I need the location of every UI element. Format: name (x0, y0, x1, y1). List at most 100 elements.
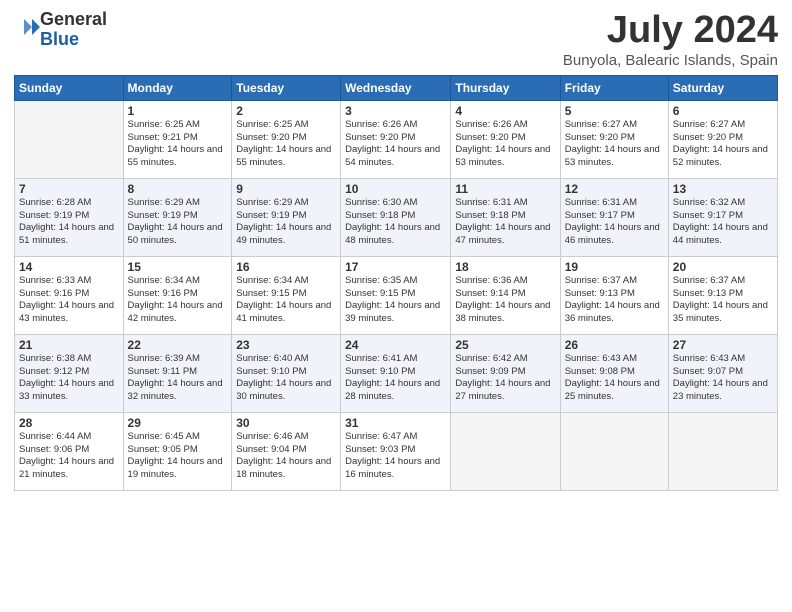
cell-text: Sunrise: 6:37 AMSunset: 9:13 PMDaylight:… (673, 275, 768, 324)
cell-text: Sunrise: 6:45 AMSunset: 9:05 PMDaylight:… (128, 431, 223, 480)
calendar-cell: 17 Sunrise: 6:35 AMSunset: 9:15 PMDaylig… (341, 256, 451, 334)
calendar-cell: 7 Sunrise: 6:28 AMSunset: 9:19 PMDayligh… (15, 178, 124, 256)
calendar-cell: 16 Sunrise: 6:34 AMSunset: 9:15 PMDaylig… (232, 256, 341, 334)
cell-text: Sunrise: 6:33 AMSunset: 9:16 PMDaylight:… (19, 275, 114, 324)
cell-text: Sunrise: 6:39 AMSunset: 9:11 PMDaylight:… (128, 353, 223, 402)
cell-text: Sunrise: 6:42 AMSunset: 9:09 PMDaylight:… (455, 353, 550, 402)
calendar-cell: 25 Sunrise: 6:42 AMSunset: 9:09 PMDaylig… (451, 334, 560, 412)
logo: General Blue (14, 10, 107, 50)
cell-text: Sunrise: 6:32 AMSunset: 9:17 PMDaylight:… (673, 197, 768, 246)
day-number: 1 (128, 104, 228, 118)
calendar-cell: 26 Sunrise: 6:43 AMSunset: 9:08 PMDaylig… (560, 334, 668, 412)
cell-text: Sunrise: 6:43 AMSunset: 9:07 PMDaylight:… (673, 353, 768, 402)
calendar-cell: 24 Sunrise: 6:41 AMSunset: 9:10 PMDaylig… (341, 334, 451, 412)
table-row: 14 Sunrise: 6:33 AMSunset: 9:16 PMDaylig… (15, 256, 778, 334)
cell-text: Sunrise: 6:25 AMSunset: 9:20 PMDaylight:… (236, 119, 331, 168)
day-number: 11 (455, 182, 555, 196)
day-number: 18 (455, 260, 555, 274)
calendar-cell: 19 Sunrise: 6:37 AMSunset: 9:13 PMDaylig… (560, 256, 668, 334)
cell-text: Sunrise: 6:30 AMSunset: 9:18 PMDaylight:… (345, 197, 440, 246)
logo-icon (16, 15, 40, 39)
cell-text: Sunrise: 6:28 AMSunset: 9:19 PMDaylight:… (19, 197, 114, 246)
col-saturday: Saturday (668, 75, 777, 100)
cell-text: Sunrise: 6:38 AMSunset: 9:12 PMDaylight:… (19, 353, 114, 402)
cell-text: Sunrise: 6:43 AMSunset: 9:08 PMDaylight:… (565, 353, 660, 402)
cell-text: Sunrise: 6:44 AMSunset: 9:06 PMDaylight:… (19, 431, 114, 480)
day-number: 16 (236, 260, 336, 274)
calendar-cell: 14 Sunrise: 6:33 AMSunset: 9:16 PMDaylig… (15, 256, 124, 334)
calendar-cell: 23 Sunrise: 6:40 AMSunset: 9:10 PMDaylig… (232, 334, 341, 412)
day-number: 3 (345, 104, 446, 118)
day-number: 30 (236, 416, 336, 430)
day-number: 14 (19, 260, 119, 274)
day-number: 17 (345, 260, 446, 274)
calendar-cell: 1 Sunrise: 6:25 AMSunset: 9:21 PMDayligh… (123, 100, 232, 178)
calendar-cell: 30 Sunrise: 6:46 AMSunset: 9:04 PMDaylig… (232, 412, 341, 490)
cell-text: Sunrise: 6:27 AMSunset: 9:20 PMDaylight:… (673, 119, 768, 168)
day-number: 19 (565, 260, 664, 274)
calendar-cell: 28 Sunrise: 6:44 AMSunset: 9:06 PMDaylig… (15, 412, 124, 490)
cell-text: Sunrise: 6:26 AMSunset: 9:20 PMDaylight:… (455, 119, 550, 168)
calendar-cell: 21 Sunrise: 6:38 AMSunset: 9:12 PMDaylig… (15, 334, 124, 412)
day-number: 25 (455, 338, 555, 352)
cell-text: Sunrise: 6:27 AMSunset: 9:20 PMDaylight:… (565, 119, 660, 168)
table-row: 1 Sunrise: 6:25 AMSunset: 9:21 PMDayligh… (15, 100, 778, 178)
col-sunday: Sunday (15, 75, 124, 100)
day-number: 8 (128, 182, 228, 196)
day-number: 5 (565, 104, 664, 118)
header: General Blue July 2024 Bunyola, Balearic… (14, 10, 778, 69)
cell-text: Sunrise: 6:34 AMSunset: 9:16 PMDaylight:… (128, 275, 223, 324)
calendar-cell: 27 Sunrise: 6:43 AMSunset: 9:07 PMDaylig… (668, 334, 777, 412)
cell-text: Sunrise: 6:25 AMSunset: 9:21 PMDaylight:… (128, 119, 223, 168)
day-number: 4 (455, 104, 555, 118)
calendar-cell (560, 412, 668, 490)
calendar-cell (451, 412, 560, 490)
main-title: July 2024 (563, 10, 778, 52)
page-container: General Blue July 2024 Bunyola, Balearic… (0, 0, 792, 501)
day-number: 2 (236, 104, 336, 118)
cell-text: Sunrise: 6:34 AMSunset: 9:15 PMDaylight:… (236, 275, 331, 324)
calendar-cell: 31 Sunrise: 6:47 AMSunset: 9:03 PMDaylig… (341, 412, 451, 490)
day-number: 23 (236, 338, 336, 352)
cell-text: Sunrise: 6:31 AMSunset: 9:17 PMDaylight:… (565, 197, 660, 246)
subtitle: Bunyola, Balearic Islands, Spain (563, 52, 778, 69)
cell-text: Sunrise: 6:31 AMSunset: 9:18 PMDaylight:… (455, 197, 550, 246)
logo-blue: Blue (40, 30, 107, 50)
col-thursday: Thursday (451, 75, 560, 100)
logo-text: General Blue (40, 10, 107, 50)
day-number: 13 (673, 182, 773, 196)
day-number: 10 (345, 182, 446, 196)
calendar-cell: 18 Sunrise: 6:36 AMSunset: 9:14 PMDaylig… (451, 256, 560, 334)
logo-general: General (40, 10, 107, 30)
calendar-cell: 12 Sunrise: 6:31 AMSunset: 9:17 PMDaylig… (560, 178, 668, 256)
day-number: 21 (19, 338, 119, 352)
cell-text: Sunrise: 6:37 AMSunset: 9:13 PMDaylight:… (565, 275, 660, 324)
cell-text: Sunrise: 6:35 AMSunset: 9:15 PMDaylight:… (345, 275, 440, 324)
day-number: 22 (128, 338, 228, 352)
calendar-cell: 6 Sunrise: 6:27 AMSunset: 9:20 PMDayligh… (668, 100, 777, 178)
calendar-cell (668, 412, 777, 490)
cell-text: Sunrise: 6:36 AMSunset: 9:14 PMDaylight:… (455, 275, 550, 324)
calendar-cell: 5 Sunrise: 6:27 AMSunset: 9:20 PMDayligh… (560, 100, 668, 178)
day-number: 28 (19, 416, 119, 430)
calendar-cell: 9 Sunrise: 6:29 AMSunset: 9:19 PMDayligh… (232, 178, 341, 256)
calendar-cell: 3 Sunrise: 6:26 AMSunset: 9:20 PMDayligh… (341, 100, 451, 178)
calendar-cell: 10 Sunrise: 6:30 AMSunset: 9:18 PMDaylig… (341, 178, 451, 256)
day-number: 6 (673, 104, 773, 118)
day-number: 7 (19, 182, 119, 196)
calendar-cell: 13 Sunrise: 6:32 AMSunset: 9:17 PMDaylig… (668, 178, 777, 256)
day-number: 26 (565, 338, 664, 352)
day-number: 20 (673, 260, 773, 274)
calendar-cell: 11 Sunrise: 6:31 AMSunset: 9:18 PMDaylig… (451, 178, 560, 256)
calendar-cell: 20 Sunrise: 6:37 AMSunset: 9:13 PMDaylig… (668, 256, 777, 334)
table-row: 7 Sunrise: 6:28 AMSunset: 9:19 PMDayligh… (15, 178, 778, 256)
table-row: 28 Sunrise: 6:44 AMSunset: 9:06 PMDaylig… (15, 412, 778, 490)
calendar-cell: 2 Sunrise: 6:25 AMSunset: 9:20 PMDayligh… (232, 100, 341, 178)
table-row: 21 Sunrise: 6:38 AMSunset: 9:12 PMDaylig… (15, 334, 778, 412)
calendar-cell: 4 Sunrise: 6:26 AMSunset: 9:20 PMDayligh… (451, 100, 560, 178)
header-row: Sunday Monday Tuesday Wednesday Thursday… (15, 75, 778, 100)
day-number: 29 (128, 416, 228, 430)
day-number: 12 (565, 182, 664, 196)
cell-text: Sunrise: 6:29 AMSunset: 9:19 PMDaylight:… (236, 197, 331, 246)
col-monday: Monday (123, 75, 232, 100)
